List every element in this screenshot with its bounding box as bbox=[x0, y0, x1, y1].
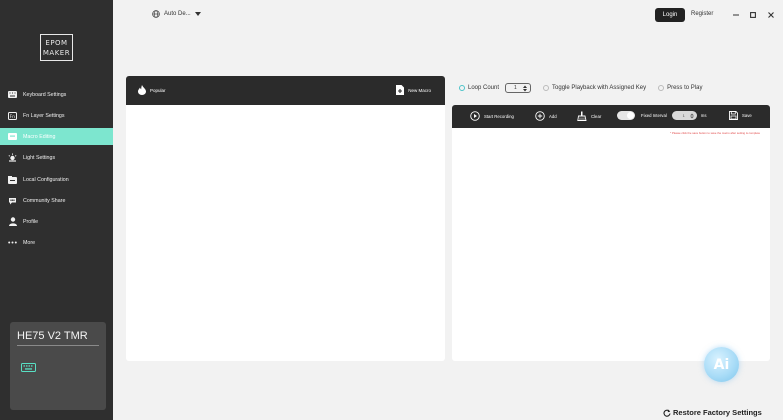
restore-factory-settings-button[interactable]: Restore Factory Settings bbox=[663, 408, 762, 417]
close-button[interactable] bbox=[765, 8, 777, 22]
login-button[interactable]: Login bbox=[655, 8, 685, 22]
sidebar-item-more[interactable]: More bbox=[0, 234, 113, 251]
sidebar-item-label: Fn Layer Settings bbox=[23, 112, 65, 119]
popular-label: Popular bbox=[150, 87, 166, 93]
sidebar-item-fn-layer-settings[interactable]: Fn Fn Layer Settings bbox=[0, 107, 113, 124]
sidebar-item-keyboard-settings[interactable]: Keyboard Settings bbox=[0, 86, 113, 103]
fixed-interval-label: Fixed Interval bbox=[641, 113, 667, 118]
interval-unit: ms bbox=[700, 113, 707, 118]
macro-icon bbox=[8, 132, 17, 141]
flame-icon bbox=[138, 85, 146, 95]
minimize-button[interactable] bbox=[730, 8, 742, 22]
sidebar-item-label: Keyboard Settings bbox=[23, 91, 67, 98]
fn-layer-icon: Fn bbox=[8, 111, 17, 120]
keyboard-icon bbox=[8, 90, 17, 99]
ai-label: Ai bbox=[713, 356, 730, 373]
device-keyboard-icon bbox=[21, 359, 36, 377]
maximize-button[interactable] bbox=[747, 8, 759, 22]
globe-icon bbox=[152, 10, 160, 18]
macro-editor-panel: Start Recording Add Clear Fixed Interval… bbox=[452, 105, 770, 361]
fixed-interval-toggle[interactable] bbox=[617, 111, 635, 120]
macro-toolbar: Start Recording Add Clear Fixed Interval… bbox=[452, 105, 770, 128]
stepper-arrows-icon bbox=[523, 85, 528, 92]
sidebar-item-community-share[interactable]: Community Share bbox=[0, 192, 113, 209]
sidebar: EPOM MAKER Keyboard Settings Fn Fn Layer… bbox=[0, 0, 113, 420]
save-icon bbox=[729, 111, 738, 120]
toggle-playback-radio[interactable] bbox=[543, 85, 550, 91]
press-to-play-label: Press to Play bbox=[667, 85, 703, 91]
divider bbox=[17, 345, 99, 346]
sidebar-item-label: Local Configuration bbox=[23, 176, 69, 183]
svg-text:Fn: Fn bbox=[10, 114, 16, 120]
play-circle-icon bbox=[470, 111, 480, 121]
toggle-playback-label: Toggle Playback with Assigned Key bbox=[552, 85, 647, 91]
restore-label: Restore Factory Settings bbox=[673, 408, 762, 417]
press-to-play-radio[interactable] bbox=[658, 85, 665, 91]
device-select-value: Auto De... bbox=[164, 11, 191, 17]
add-button[interactable]: Add bbox=[535, 111, 557, 121]
macro-list-panel: Popular New Macro bbox=[126, 76, 445, 361]
loop-count-label: Loop Count bbox=[468, 85, 500, 91]
device-select[interactable]: Auto De... bbox=[152, 10, 201, 18]
device-card[interactable]: HE75 V2 TMR bbox=[10, 322, 106, 410]
add-label: Add bbox=[549, 113, 557, 119]
popular-tab[interactable]: Popular bbox=[138, 85, 166, 95]
sidebar-item-light-settings[interactable]: Light Settings bbox=[0, 149, 113, 166]
loop-count-radio[interactable] bbox=[459, 85, 465, 91]
stepper-arrows-icon bbox=[689, 113, 694, 119]
sidebar-item-label: Light Settings bbox=[23, 154, 56, 161]
interval-stepper[interactable]: 1 bbox=[671, 111, 697, 120]
user-icon bbox=[8, 217, 17, 226]
clear-button[interactable]: Clear bbox=[577, 111, 601, 121]
register-link[interactable]: Register bbox=[691, 11, 713, 17]
sidebar-item-profile[interactable]: Profile bbox=[0, 213, 113, 230]
sidebar-item-local-configuration[interactable]: Local Configuration bbox=[0, 171, 113, 188]
loop-count-stepper[interactable]: 1 bbox=[505, 83, 532, 93]
new-macro-button[interactable]: New Macro bbox=[396, 85, 431, 95]
sidebar-item-label: More bbox=[23, 239, 36, 246]
playback-options: Loop Count 1 Toggle Playback with Assign… bbox=[459, 83, 702, 93]
logo-line-1: EPOM bbox=[45, 39, 68, 47]
refresh-icon bbox=[663, 409, 671, 417]
clear-label: Clear bbox=[591, 113, 602, 119]
sidebar-item-macro-editing[interactable]: Macro Editing bbox=[0, 128, 113, 145]
sidebar-item-label: Macro Editing bbox=[23, 133, 56, 140]
save-hint: * Please click the save button to save t… bbox=[670, 131, 760, 135]
loop-count-value: 1 bbox=[514, 85, 517, 91]
caret-down-icon bbox=[194, 12, 201, 16]
sidebar-item-label: Community Share bbox=[23, 197, 66, 204]
interval-value: 1 bbox=[682, 113, 685, 118]
macro-list-header: Popular New Macro bbox=[126, 76, 445, 105]
folder-icon bbox=[8, 175, 17, 184]
more-icon bbox=[8, 238, 17, 247]
start-recording-label: Start Recording bbox=[484, 113, 514, 119]
broom-icon bbox=[577, 111, 587, 121]
community-icon bbox=[8, 196, 17, 205]
save-label: Save bbox=[742, 113, 752, 118]
add-circle-icon bbox=[535, 111, 545, 121]
start-recording-button[interactable]: Start Recording bbox=[470, 111, 514, 121]
new-file-icon bbox=[396, 85, 405, 95]
light-icon bbox=[8, 153, 17, 162]
sidebar-item-label: Profile bbox=[23, 218, 39, 225]
device-name: HE75 V2 TMR bbox=[17, 330, 88, 342]
ai-assistant-button[interactable]: Ai bbox=[704, 347, 739, 382]
logo-line-2: MAKER bbox=[42, 49, 71, 57]
save-button[interactable]: Save bbox=[729, 111, 752, 120]
fixed-interval-control: Fixed Interval 1 ms bbox=[617, 111, 707, 120]
epomaker-logo: EPOM MAKER bbox=[40, 34, 73, 61]
new-macro-label: New Macro bbox=[408, 87, 431, 93]
